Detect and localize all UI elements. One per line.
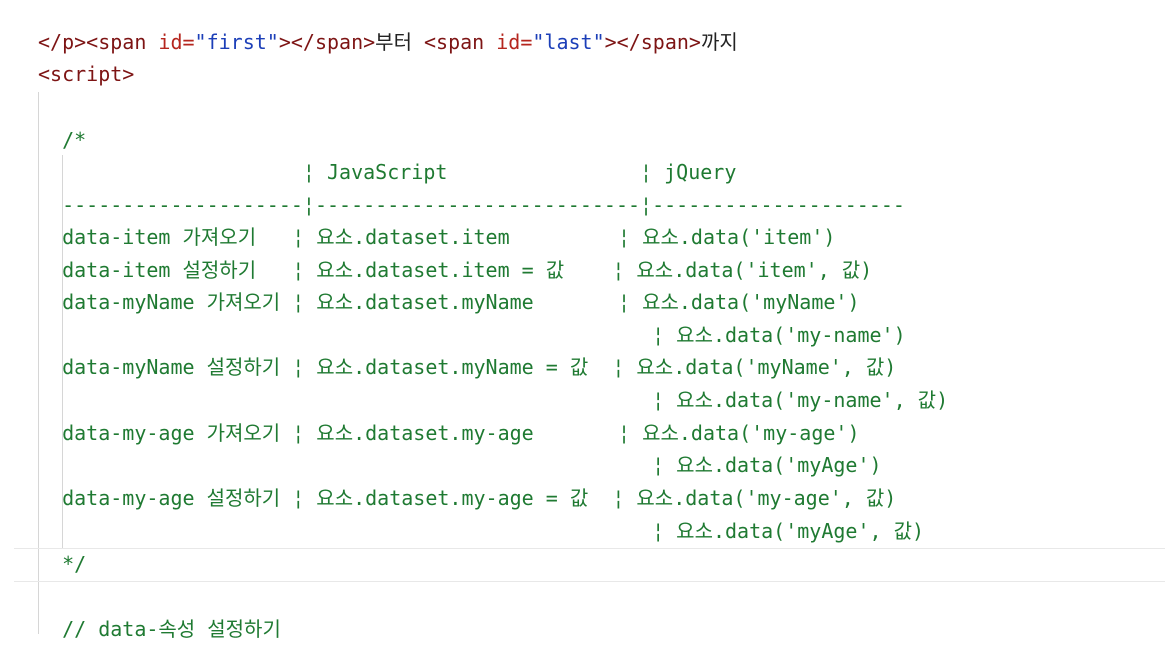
code-editor[interactable]: <span id="first"></span>부터 <span id="las… [0, 0, 1165, 641]
text-node: 까지 [700, 30, 738, 54]
comment-open: /* [38, 128, 87, 152]
code-line-script-open: <script> [38, 62, 135, 86]
table-header-row: ¦ JavaScript ¦ jQuery [38, 160, 737, 184]
comment-close: */ [38, 552, 87, 576]
table-row: data-item 가져오기 ¦ 요소.dataset.item ¦ 요소.da… [38, 225, 836, 249]
current-line-highlight [14, 548, 1165, 582]
id-attribute: id= [496, 30, 533, 54]
table-row: ¦ 요소.data('myAge') [38, 453, 882, 477]
span-open-tag: <span [86, 30, 159, 54]
id-attribute: id= [158, 30, 195, 54]
id-value: "last" [532, 30, 605, 54]
table-row: data-myName 설정하기 ¦ 요소.dataset.myName = 값… [38, 355, 897, 379]
span-close-tag: ></span> [278, 30, 376, 54]
table-row: data-item 설정하기 ¦ 요소.dataset.item = 값 ¦ 요… [38, 258, 873, 282]
span-open-tag: <span [424, 30, 497, 54]
table-row: ¦ 요소.data('my-name') [38, 323, 906, 347]
text-node: 부터 [375, 30, 425, 54]
span-close-tag: ></span> [604, 30, 701, 54]
table-row: data-my-age 설정하기 ¦ 요소.dataset.my-age = 값… [38, 486, 897, 510]
table-divider-row: --------------------¦-------------------… [38, 193, 905, 217]
table-row: ¦ 요소.data('myAge', 값) [38, 519, 925, 543]
code-line-span: <span id="first"></span>부터 <span id="las… [38, 0, 738, 54]
id-value: "first" [194, 30, 279, 54]
table-row: data-myName 가져오기 ¦ 요소.dataset.myName ¦ 요… [38, 290, 860, 314]
table-row: ¦ 요소.data('my-name', 값) [38, 388, 949, 412]
table-row: data-my-age 가져오기 ¦ 요소.dataset.my-age ¦ 요… [38, 421, 860, 445]
line-comment: // data-속성 설정하기 [38, 617, 281, 641]
code-line-p-close: </p> [38, 30, 87, 54]
